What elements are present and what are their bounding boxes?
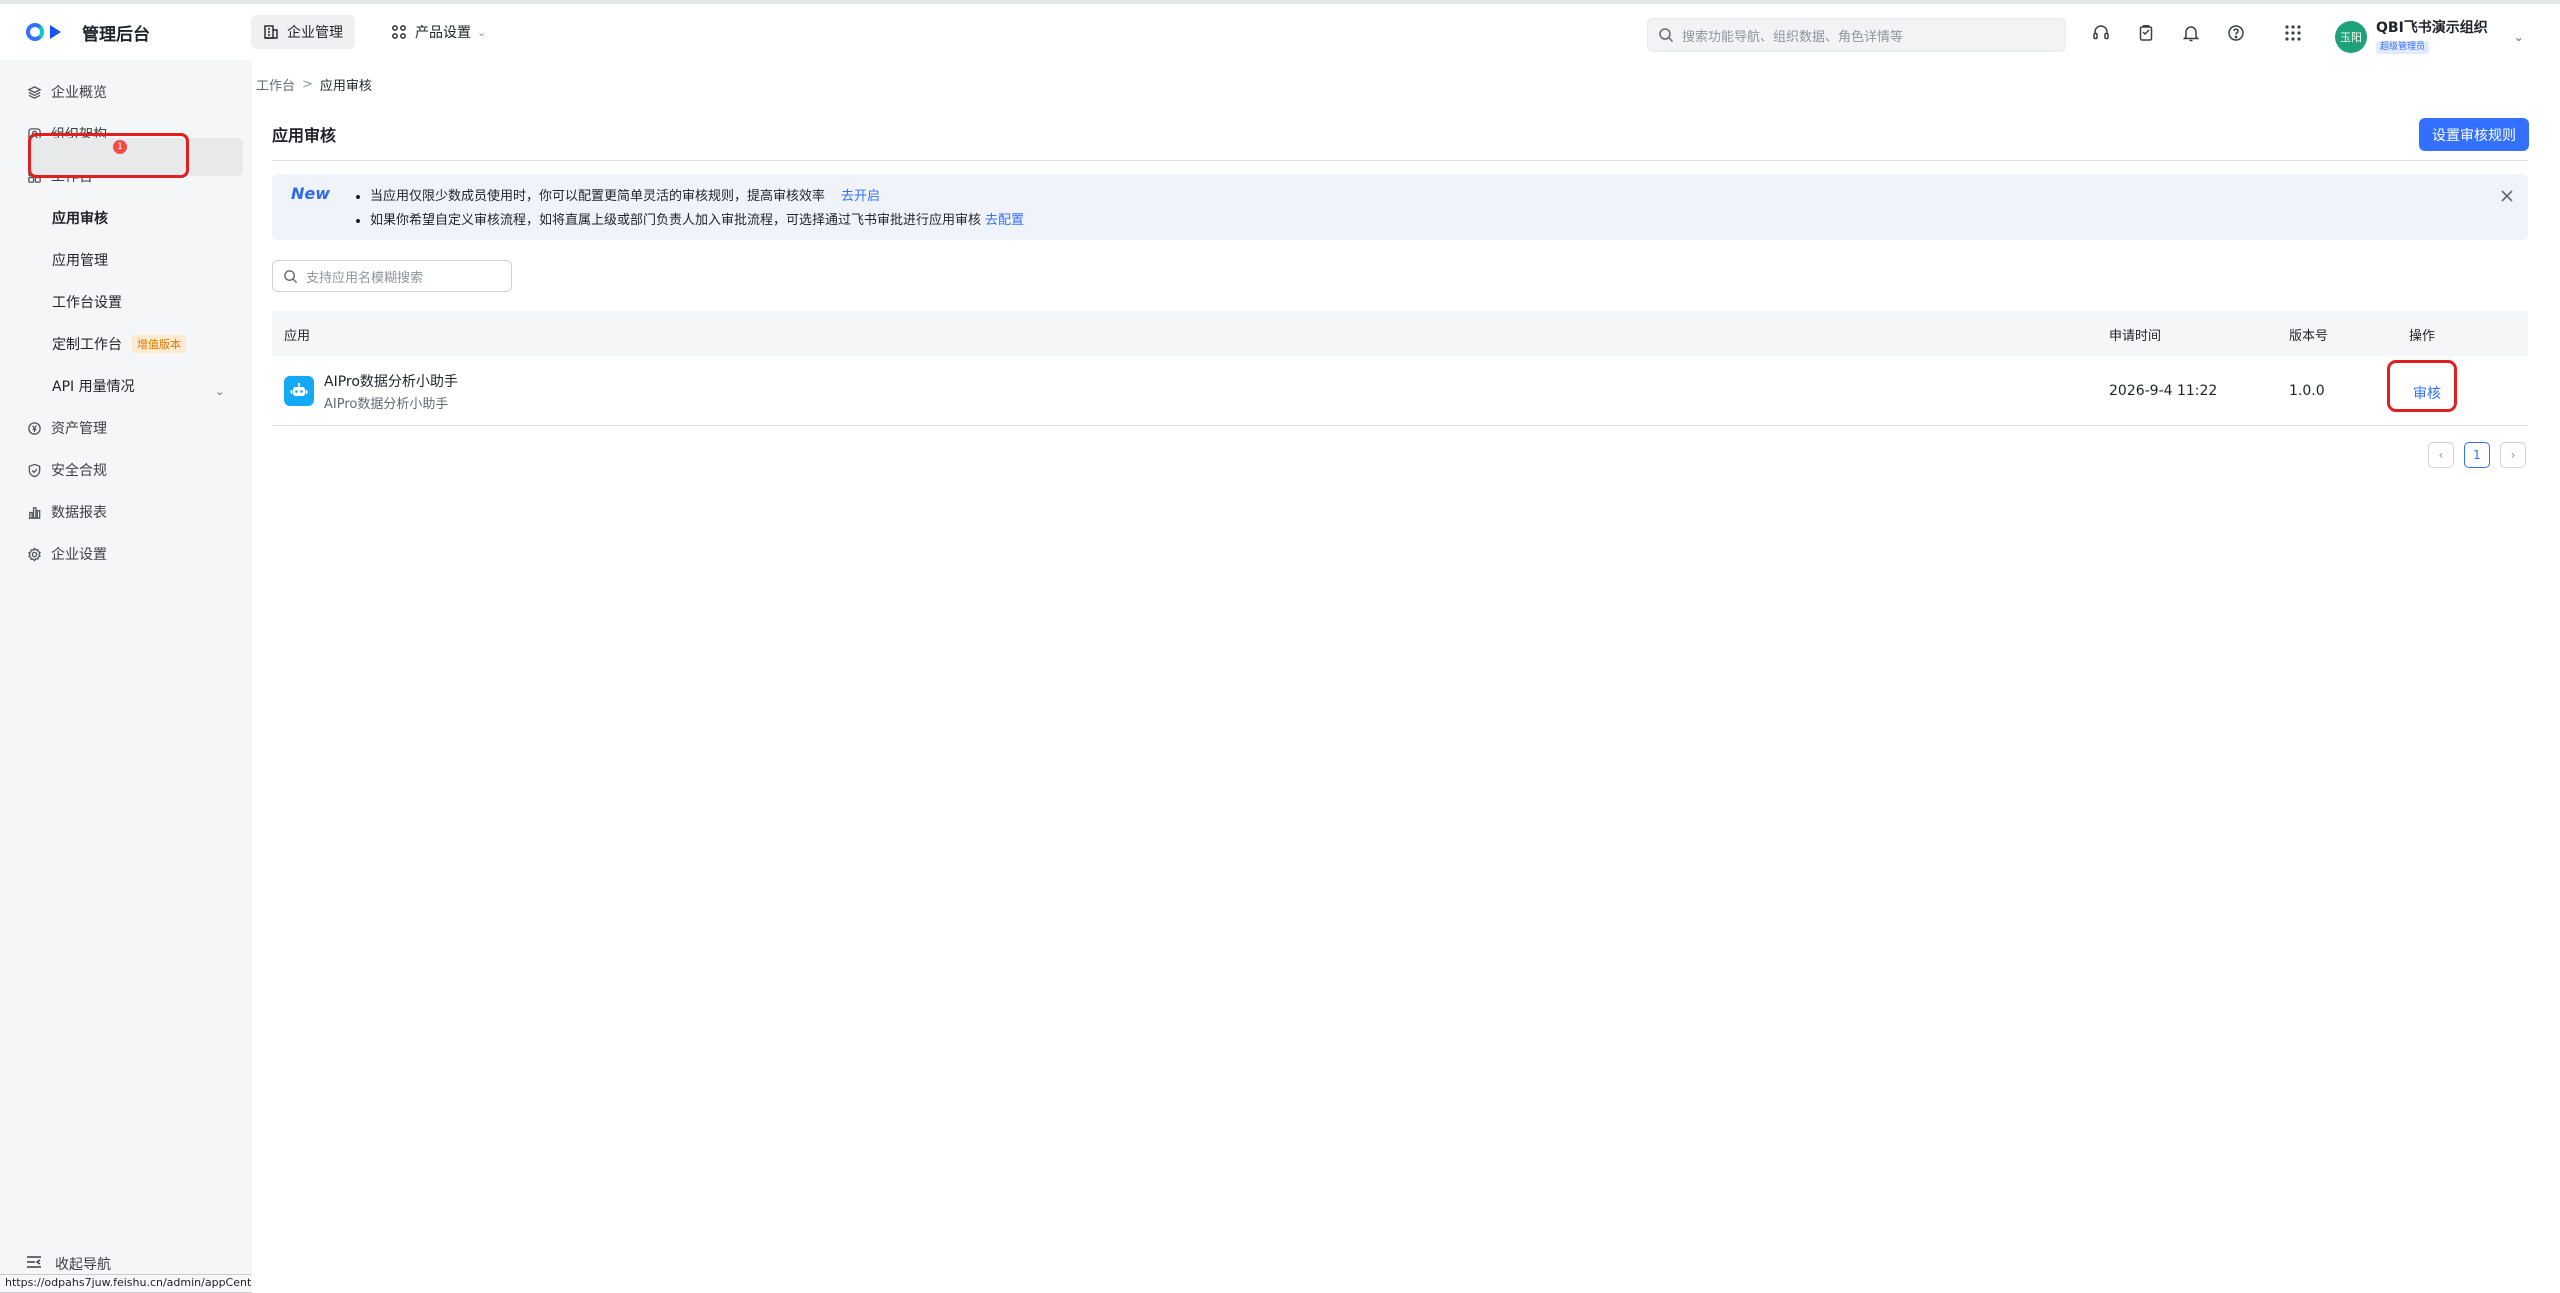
sidebar-item-reports[interactable]: 数据报表 [26,502,107,522]
page-number[interactable]: 1 [2464,442,2490,468]
org-switcher[interactable]: 玉阳 QBI飞书演示组织 超级管理员 ⌄ [2335,20,2524,54]
robot-icon [284,376,314,406]
coin-icon [26,420,42,436]
sidebar-item-assets[interactable]: 资产管理 [26,418,107,438]
search-placeholder: 支持应用名模糊搜索 [306,270,424,286]
apps-icon [392,25,406,39]
version: 1.0.0 [2289,383,2325,399]
new-tag: New [291,184,331,203]
breadcrumb-separator: > [302,77,313,92]
sidebar-item-settings[interactable]: 企业设置 [26,544,107,564]
search-placeholder: 搜索功能导航、组织数据、角色详情等 [1682,29,1904,45]
search-icon [284,269,298,283]
close-icon[interactable] [2498,187,2516,205]
tab-label: 产品设置 [415,25,471,41]
brand-name: 管理后台 [82,24,150,45]
brand[interactable]: 管理后台 [26,20,251,45]
headset-icon[interactable] [2090,22,2112,44]
highlight-annotation [2387,360,2457,412]
notice-text: 如果你希望自定义审核流程，如将直属上级或部门负责人加入审批流程，可选择通过飞书审… [370,213,982,228]
notice-item: 当应用仅限少数成员使用时，你可以配置更简单灵活的审核规则，提高审核效率去开启 [370,185,1024,209]
top-bar: 管理后台 企业管理 产品设置 ⌄ 搜索功能导航、组织数据、角色详情等 玉阳 QB… [0,0,2560,60]
page-title: 应用审核 [272,126,337,145]
premium-tag: 增值版本 [132,335,186,353]
notice-item: 如果你希望自定义审核流程，如将直属上级或部门负责人加入审批流程，可选择通过飞书审… [370,209,1024,233]
table-header: 应用 申请时间 版本号 操作 [272,311,2528,356]
top-icons [2090,22,2327,44]
tab-enterprise-management[interactable]: 企业管理 [251,15,355,49]
sidebar-item-security[interactable]: 安全合规 [26,460,107,480]
app-search-input[interactable]: 支持应用名模糊搜索 [272,260,512,292]
collapse-nav-button[interactable]: 收起导航 [26,1254,111,1274]
sidebar-item-label: 安全合规 [51,463,107,479]
content-panel [252,100,2550,1293]
sidebar-sub-label: 定制工作台 [52,337,122,353]
app-grid-icon[interactable] [2282,22,2304,44]
global-search-input[interactable]: 搜索功能导航、组织数据、角色详情等 [1647,18,2066,52]
column-header-version: 版本号 [2289,329,2329,344]
sidebar-sub-label: 应用审核 [52,211,108,227]
building-icon [264,25,278,39]
layers-icon [26,84,42,100]
sidebar-sub-app-audit[interactable]: 应用审核 [52,208,108,228]
sidebar-sub-custom-workbench[interactable]: 定制工作台 增值版本 [52,334,186,354]
sidebar-sub-workbench-settings[interactable]: 工作台设置 [52,292,122,312]
sidebar-item-label: 企业概览 [51,85,107,101]
divider [272,160,2528,161]
collapse-icon [26,1255,42,1273]
column-header-action: 操作 [2409,329,2436,344]
notice-text: 当应用仅限少数成员使用时，你可以配置更简单灵活的审核规则，提高审核效率 [370,189,826,204]
tab-product-settings[interactable]: 产品设置 ⌄ [379,15,498,49]
highlight-annotation [28,133,189,178]
bell-icon[interactable] [2180,22,2202,44]
help-icon[interactable] [2225,22,2247,44]
sidebar-sub-app-management[interactable]: 应用管理 [52,250,108,270]
notice-list: 当应用仅限少数成员使用时，你可以配置更简单灵活的审核规则，提高审核效率去开启 如… [370,185,1024,233]
apply-time: 2026-9-4 11:22 [2109,383,2218,399]
breadcrumb-current: 应用审核 [319,79,372,94]
clipboard-icon[interactable] [2135,22,2157,44]
set-audit-rules-button[interactable]: 设置审核规则 [2419,118,2529,151]
chevron-down-icon: ⌄ [477,25,487,39]
sidebar-item-label: 数据报表 [51,505,107,521]
configure-link[interactable]: 去配置 [985,213,1024,228]
sidebar-sub-label: 应用管理 [52,253,108,269]
next-page-button[interactable]: › [2500,442,2526,468]
sidebar-sub-label: API 用量情况 [52,379,135,395]
chevron-down-icon[interactable]: ⌄ [215,385,224,398]
chevron-down-icon: ⌄ [2513,30,2524,44]
gear-icon [26,546,42,562]
app-description: AIPro数据分析小助手 [324,397,449,412]
sidebar-item-label: 资产管理 [51,421,107,437]
app-name: AIPro数据分析小助手 [324,374,458,390]
prev-page-button[interactable]: ‹ [2428,442,2454,468]
notice-banner: New 当应用仅限少数成员使用时，你可以配置更简单灵活的审核规则，提高审核效率去… [272,174,2528,240]
shield-icon [26,462,42,478]
sidebar-item-overview[interactable]: 企业概览 [26,82,107,102]
tab-label: 企业管理 [287,25,343,41]
sidebar-item-label: 企业设置 [51,547,107,563]
role-badge: 超级管理员 [2376,41,2430,54]
enable-link[interactable]: 去开启 [841,189,880,204]
collapse-label: 收起导航 [55,1257,111,1273]
sidebar-sub-api-usage[interactable]: API 用量情况 [52,376,135,396]
column-header-app: 应用 [284,329,311,344]
avatar: 玉阳 [2335,21,2367,53]
org-name: QBI飞书演示组织 [2376,20,2488,36]
sidebar [0,60,252,1293]
column-header-time: 申请时间 [2109,329,2162,344]
breadcrumb-item[interactable]: 工作台 [256,75,295,94]
sidebar-sub-label: 工作台设置 [52,295,122,311]
chart-icon [26,504,42,520]
search-icon [1659,28,1674,43]
breadcrumb: 工作台 > 应用审核 [256,75,372,94]
table-row: AIPro数据分析小助手 AIPro数据分析小助手 2026-9-4 11:22… [272,356,2528,426]
feishu-logo-icon [26,21,74,43]
